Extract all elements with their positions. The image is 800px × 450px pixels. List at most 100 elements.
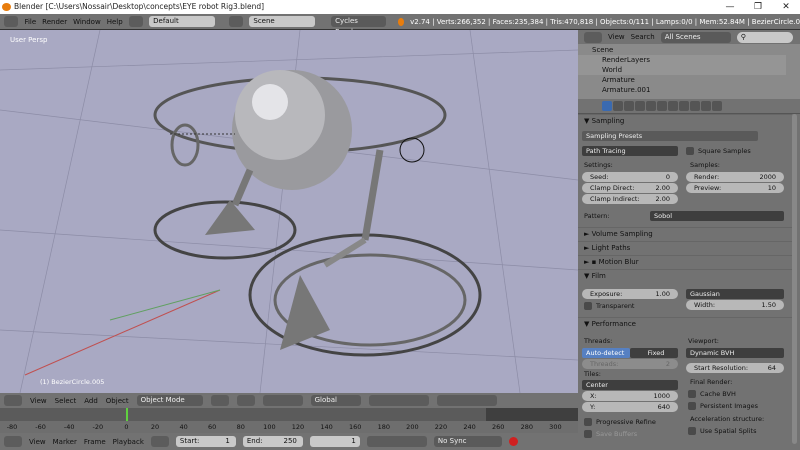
preview-samples-field[interactable]: Preview: 10 xyxy=(686,183,784,193)
outliner-item-world[interactable]: World xyxy=(578,65,786,75)
menu-playback[interactable]: Playback xyxy=(113,438,144,446)
film-panel-header[interactable]: ▼ Film xyxy=(578,269,792,282)
exposure-field[interactable]: Exposure: 1.00 xyxy=(582,289,678,299)
menu-view[interactable]: View xyxy=(30,397,47,405)
mode-select[interactable]: Object Mode xyxy=(136,395,203,406)
menu-search[interactable]: Search xyxy=(631,33,655,41)
editor-type-3d-icon[interactable] xyxy=(4,395,22,406)
current-frame-field[interactable]: 1 xyxy=(309,436,360,447)
viewport-bvh-select[interactable]: Dynamic BVH xyxy=(686,348,784,358)
menu-add[interactable]: Add xyxy=(84,397,98,405)
editor-type-info-icon[interactable] xyxy=(4,16,19,27)
filter-width-field[interactable]: Width: 1.50 xyxy=(686,300,784,310)
tile-x-field[interactable]: X: 1000 xyxy=(582,391,678,401)
playback-controls[interactable] xyxy=(366,436,427,447)
performance-panel-header[interactable]: ▼ Performance xyxy=(578,317,792,330)
editor-type-outliner-icon[interactable] xyxy=(584,31,602,43)
menu-select[interactable]: Select xyxy=(55,397,77,405)
texture-tab-icon[interactable] xyxy=(701,101,711,111)
sampling-presets-select[interactable]: Sampling Presets xyxy=(582,131,758,141)
clamp-direct-field[interactable]: Clamp Direct: 2.00 xyxy=(582,183,678,193)
menu-render[interactable]: Render xyxy=(42,18,67,26)
volume-sampling-panel-header[interactable]: ► Volume Sampling xyxy=(578,227,792,240)
outliner-item-armature[interactable]: Armature xyxy=(578,75,786,85)
pivot-icon[interactable] xyxy=(236,395,255,406)
square-samples-checkbox[interactable]: Square Samples xyxy=(686,146,751,156)
clamp-indirect-field[interactable]: Clamp Indirect: 2.00 xyxy=(582,194,678,204)
editor-type-timeline-icon[interactable] xyxy=(4,436,22,447)
cache-bvh-checkbox[interactable]: Cache BVH xyxy=(688,389,736,399)
tile-order-select[interactable]: Center xyxy=(582,380,678,390)
shading-icon[interactable] xyxy=(210,395,229,406)
ruler-tick-label: 180 xyxy=(377,423,391,431)
3d-viewport[interactable]: User Persp (1) BezierCircle.005 xyxy=(0,30,578,393)
scene-field[interactable]: Scene xyxy=(249,16,316,27)
menu-window[interactable]: Window xyxy=(73,18,101,26)
window-title: Blender [C:\Users\Nossair\Desktop\concep… xyxy=(14,2,265,11)
manipulator-icons[interactable] xyxy=(262,395,303,406)
world-tab-icon[interactable] xyxy=(635,101,645,111)
data-tab-icon[interactable] xyxy=(679,101,689,111)
modifiers-tab-icon[interactable] xyxy=(668,101,678,111)
title-bar: Blender [C:\Users\Nossair\Desktop\concep… xyxy=(0,0,800,14)
scene-icon[interactable] xyxy=(228,16,244,27)
render-tab-icon[interactable] xyxy=(602,101,612,111)
menu-marker[interactable]: Marker xyxy=(53,438,77,446)
filter-width-label: Width: xyxy=(694,301,716,309)
persistent-images-checkbox[interactable]: Persistent Images xyxy=(688,401,758,411)
pattern-select[interactable]: Sobol xyxy=(650,211,784,221)
restore-button[interactable]: ❐ xyxy=(744,0,772,14)
sync-select[interactable]: No Sync xyxy=(433,436,502,447)
final-render-label: Final Render: xyxy=(690,378,733,386)
robot-scene xyxy=(0,30,578,393)
preview-range-icon[interactable] xyxy=(150,436,169,447)
filter-type-select[interactable]: Gaussian xyxy=(686,289,784,299)
outliner-item-scene[interactable]: Scene xyxy=(578,45,786,55)
menu-view[interactable]: View xyxy=(29,438,46,446)
render-samples-field[interactable]: Render: 2000 xyxy=(686,172,784,182)
start-resolution-field[interactable]: Start Resolution: 64 xyxy=(686,363,784,373)
object-tab-icon[interactable] xyxy=(646,101,656,111)
orientation-select[interactable]: Global xyxy=(310,395,361,406)
outliner-item-renderlayers[interactable]: RenderLayers xyxy=(578,55,786,65)
render-engine-select[interactable]: Cycles Render xyxy=(331,16,386,36)
light-paths-panel-header[interactable]: ► Light Paths xyxy=(578,241,792,254)
spatial-splits-checkbox[interactable]: Use Spatial Splits xyxy=(688,426,756,436)
layers-grid[interactable] xyxy=(368,395,429,406)
outliner-item-armature-001[interactable]: Armature.001 xyxy=(578,85,786,95)
menu-file[interactable]: File xyxy=(24,18,36,26)
seed-field[interactable]: Seed: 0 xyxy=(582,172,678,182)
sampling-panel-header[interactable]: ▼ Sampling xyxy=(578,114,792,127)
screen-layout-icon[interactable] xyxy=(128,16,144,27)
scene-tab-icon[interactable] xyxy=(624,101,634,111)
transparent-checkbox[interactable]: Transparent xyxy=(584,301,634,311)
close-button[interactable]: ✕ xyxy=(772,0,800,14)
constraints-tab-icon[interactable] xyxy=(657,101,667,111)
blender-logo-icon xyxy=(2,3,11,11)
progressive-refine-checkbox[interactable]: Progressive Refine xyxy=(584,417,656,427)
menu-frame[interactable]: Frame xyxy=(84,438,106,446)
start-frame-field[interactable]: Start: 1 xyxy=(175,436,236,447)
record-icon[interactable] xyxy=(508,437,518,446)
menu-view[interactable]: View xyxy=(608,33,625,41)
minimize-button[interactable]: — xyxy=(716,0,744,14)
menu-object[interactable]: Object xyxy=(106,397,129,405)
screen-layout-field[interactable]: Default xyxy=(149,16,215,27)
physics-tab-icon[interactable] xyxy=(712,101,722,111)
tile-y-field[interactable]: Y: 640 xyxy=(582,402,678,412)
integrator-select[interactable]: Path Tracing xyxy=(582,146,678,156)
snap-icons[interactable] xyxy=(436,395,497,406)
end-frame-field[interactable]: End: 250 xyxy=(242,436,303,447)
threads-fixed-button[interactable]: Fixed xyxy=(630,348,678,358)
exposure-value: 1.00 xyxy=(655,290,670,298)
threads-auto-detect-button[interactable]: Auto-detect xyxy=(582,348,630,358)
properties-scrollbar[interactable] xyxy=(792,114,797,444)
layers-tab-icon[interactable] xyxy=(613,101,623,111)
menu-help[interactable]: Help xyxy=(107,18,123,26)
material-tab-icon[interactable] xyxy=(690,101,700,111)
timeline-area[interactable] xyxy=(0,408,578,434)
search-input[interactable]: ⚲ xyxy=(736,31,793,43)
display-mode-select[interactable]: All Scenes xyxy=(660,31,731,43)
timeline-ruler[interactable]: -80 -60 -40 -20 0 20 40 60 80 100 120 140 160 180 200 2… xyxy=(0,421,578,433)
motion-blur-panel-header[interactable]: ► ▪ Motion Blur xyxy=(578,255,792,268)
